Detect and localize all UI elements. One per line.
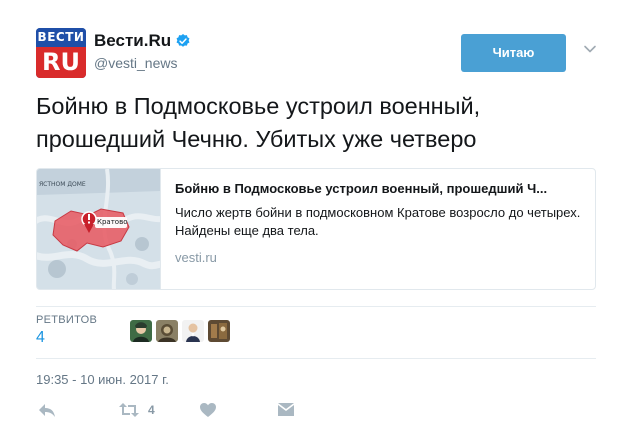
map-place-label: Кратово bbox=[97, 218, 128, 226]
retweeter-avatar[interactable] bbox=[156, 320, 178, 342]
envelope-icon bbox=[277, 403, 294, 416]
retweet-count: 4 bbox=[148, 403, 155, 417]
chevron-down-icon[interactable] bbox=[583, 42, 597, 56]
retweeters-avatars bbox=[130, 320, 230, 342]
reply-icon bbox=[39, 404, 55, 417]
tweet-text: Бойню в Подмосковье устроил военный, про… bbox=[36, 93, 481, 152]
tweet-header: ВЕСТИ RU Вести.Ru @vesti_news Читаю bbox=[36, 28, 596, 78]
tweet-actions: 4 bbox=[36, 398, 295, 422]
avatar-bottom-text: RU bbox=[36, 47, 86, 78]
map-label-top: ЯСТНОМ ДОМЕ bbox=[39, 181, 86, 188]
user-fullname[interactable]: Вести.Ru bbox=[94, 31, 191, 51]
retweeter-avatar[interactable] bbox=[182, 320, 204, 342]
retweet-button[interactable]: 4 bbox=[118, 402, 155, 418]
link-card[interactable]: ЯСТНОМ ДОМЕ Кратово Бойню в Подмосковье … bbox=[36, 168, 596, 290]
retweeter-avatar[interactable] bbox=[208, 320, 230, 342]
heart-icon bbox=[199, 403, 216, 417]
card-map-image: ЯСТНОМ ДОМЕ Кратово bbox=[37, 169, 161, 289]
avatar-top-text: ВЕСТИ bbox=[36, 28, 86, 47]
divider bbox=[36, 306, 596, 307]
following-button[interactable]: Читаю bbox=[461, 34, 566, 72]
user-screen-name[interactable]: @vesti_news bbox=[94, 55, 191, 71]
reply-button[interactable] bbox=[38, 402, 56, 418]
card-title[interactable]: Бойню в Подмосковье устроил военный, про… bbox=[175, 181, 581, 196]
retweets-label: РЕТВИТОВ bbox=[36, 314, 98, 326]
card-description: Число жертв бойни в подмосковном Кратове… bbox=[175, 205, 581, 238]
avatar[interactable]: ВЕСТИ RU bbox=[36, 28, 86, 78]
direct-message-button[interactable] bbox=[277, 402, 295, 418]
retweets-count[interactable]: 4 bbox=[36, 329, 97, 347]
tweet-timestamp[interactable]: 19:35 - 10 июн. 2017 г. bbox=[36, 372, 169, 387]
divider bbox=[36, 358, 596, 359]
like-button[interactable] bbox=[199, 402, 217, 418]
verified-badge-icon bbox=[176, 34, 190, 47]
card-body: Бойню в Подмосковье устроил военный, про… bbox=[161, 169, 595, 289]
retweeter-avatar[interactable] bbox=[130, 320, 152, 342]
user-name-text[interactable]: Вести.Ru bbox=[94, 31, 171, 51]
user-names: Вести.Ru @vesti_news bbox=[94, 31, 191, 71]
retweet-stats[interactable]: РЕТВИТОВ 4 bbox=[36, 314, 97, 347]
card-domain: vesti.ru bbox=[175, 250, 217, 265]
retweet-icon bbox=[119, 403, 139, 417]
